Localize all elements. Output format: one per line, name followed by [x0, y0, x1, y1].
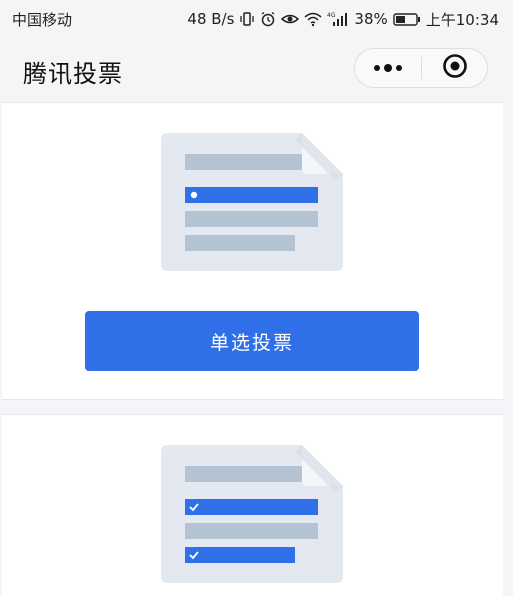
vibrate-icon [239, 11, 255, 27]
multi-choice-card [2, 414, 503, 596]
nav-bar: 腾讯投票 [0, 38, 513, 100]
battery-icon [393, 11, 421, 27]
clock: 上午10:34 [425, 10, 499, 29]
eye-icon [281, 11, 300, 27]
single-choice-vote-button[interactable]: 单选投票 [85, 311, 419, 371]
carrier-label: 中国移动 [12, 10, 73, 29]
status-bar: 中国移动 48 B/s 4G 38% 上午10:34 [0, 0, 513, 38]
battery-percent: 38% [354, 10, 388, 28]
single-choice-card: 单选投票 [2, 102, 503, 400]
more-dots-icon [374, 64, 402, 72]
app-screen: 中国移动 48 B/s 4G 38% 上午10:34 腾讯投票 单选投票 [0, 0, 513, 596]
page-title: 腾讯投票 [23, 60, 123, 88]
alarm-icon [260, 11, 276, 27]
more-button[interactable] [355, 49, 421, 87]
status-indicators: 48 B/s 4G 38% 上午10:34 [187, 9, 499, 30]
single-choice-document-icon [161, 133, 343, 271]
mini-program-capsule [354, 48, 488, 88]
svg-text:4G: 4G [327, 12, 336, 19]
network-speed: 48 B/s [187, 10, 235, 28]
multi-choice-document-icon [161, 445, 343, 583]
close-button[interactable] [422, 49, 487, 87]
target-close-icon [442, 53, 468, 83]
signal-4g-icon: 4G [327, 11, 349, 27]
wifi-icon [304, 11, 322, 27]
